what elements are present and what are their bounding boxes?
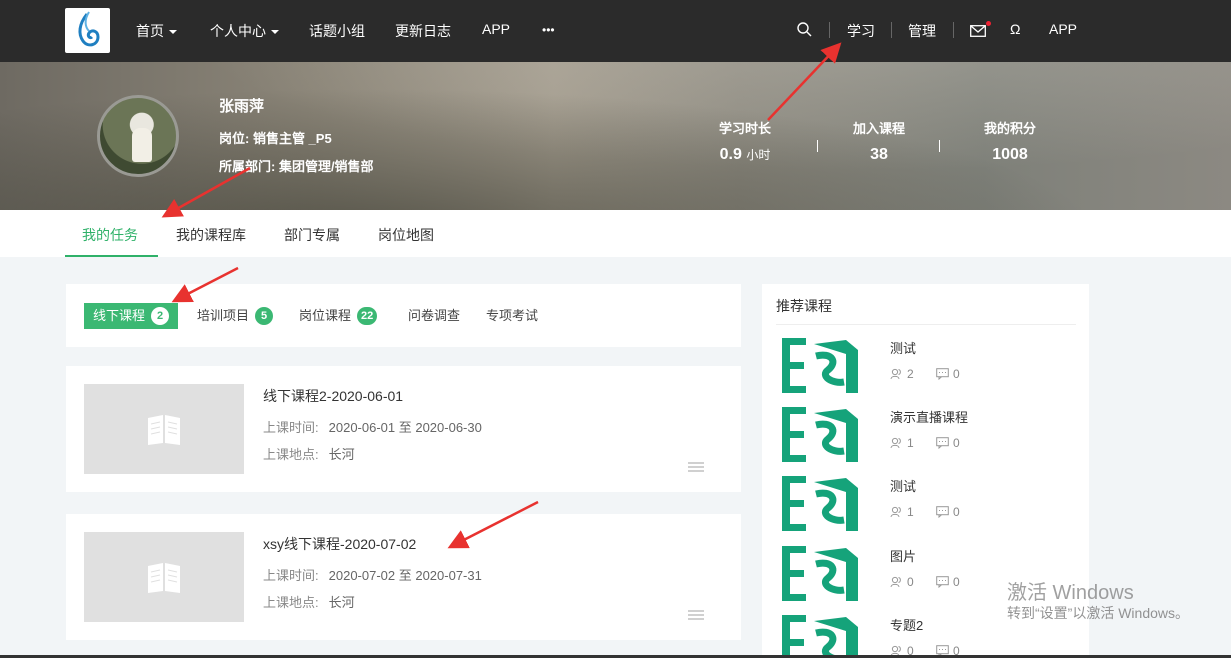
divider bbox=[953, 22, 954, 38]
course-logo-icon[interactable] bbox=[780, 476, 860, 531]
chevron-down-icon bbox=[169, 30, 177, 35]
manage-link[interactable]: 管理 bbox=[908, 21, 936, 41]
recommended-course-title[interactable]: 测试 bbox=[890, 476, 916, 495]
panel-title: 推荐课程 bbox=[776, 298, 832, 314]
course-place: 上课地点: 长河 bbox=[263, 595, 355, 610]
stat-study-time-value: 0.9 小时 bbox=[719, 146, 771, 163]
nav-app[interactable]: APP bbox=[482, 21, 510, 37]
task-filter-bar: 线下课程 2 培训项目 5 岗位课程 22 问卷调查 专项考试 bbox=[66, 284, 741, 347]
comments-count: 0 bbox=[936, 367, 960, 381]
course-time: 上课时间: 2020-06-01 至 2020-06-30 bbox=[263, 420, 482, 435]
filter-training-projects[interactable]: 培训项目 5 bbox=[197, 303, 274, 329]
tab-my-course-library[interactable]: 我的课程库 bbox=[176, 225, 246, 245]
comment-icon bbox=[936, 437, 949, 450]
stat-study-time-label: 学习时长 bbox=[718, 121, 771, 136]
tab-position-map[interactable]: 岗位地图 bbox=[378, 225, 434, 245]
app-link[interactable]: APP bbox=[1049, 21, 1077, 37]
divider bbox=[829, 22, 830, 38]
comment-icon bbox=[936, 506, 949, 519]
count-badge: 2 bbox=[151, 307, 170, 325]
divider bbox=[776, 324, 1076, 325]
nav-personal-center[interactable]: 个人中心 bbox=[210, 21, 279, 41]
search-icon[interactable] bbox=[797, 22, 812, 40]
chevron-down-icon bbox=[271, 30, 279, 35]
course-thumbnail[interactable] bbox=[84, 384, 244, 474]
stat-points-label: 我的积分 bbox=[983, 121, 1036, 136]
nav-home[interactable]: 首页 bbox=[136, 21, 177, 41]
study-link[interactable]: 学习 bbox=[847, 21, 875, 41]
top-navbar: 首页 个人中心 话题小组 更新日志 APP ••• 学习 管理 Ω APP bbox=[0, 0, 1231, 62]
users-icon bbox=[890, 576, 901, 588]
stat-courses-label: 加入课程 bbox=[852, 121, 905, 136]
filter-position-courses[interactable]: 岗位课程 22 bbox=[299, 303, 378, 329]
course-logo-icon[interactable] bbox=[780, 546, 860, 601]
students-count: 2 bbox=[890, 367, 914, 381]
recommended-course-title[interactable]: 图片 bbox=[890, 546, 916, 565]
course-place: 上课地点: 长河 bbox=[263, 447, 355, 462]
notification-dot bbox=[986, 21, 991, 26]
profile-banner: 张雨萍 岗位: 销售主管 _P5 所属部门: 集团管理/销售部 学习时长 0.9… bbox=[0, 62, 1231, 210]
main-tabs: 我的任务 我的课程库 部门专属 岗位地图 bbox=[0, 210, 1231, 257]
user-department: 所属部门: 集团管理/销售部 bbox=[219, 159, 374, 174]
course-card[interactable]: 线下课程2-2020-06-01 上课时间: 2020-06-01 至 2020-… bbox=[66, 366, 741, 492]
active-tab-indicator bbox=[65, 255, 158, 257]
course-title[interactable]: xsy线下课程-2020-07-02 bbox=[263, 534, 416, 554]
students-count: 0 bbox=[890, 575, 914, 589]
course-time: 上课时间: 2020-07-02 至 2020-07-31 bbox=[263, 568, 482, 583]
students-count: 1 bbox=[890, 505, 914, 519]
course-title[interactable]: 线下课程2-2020-06-01 bbox=[263, 386, 403, 406]
comment-icon bbox=[936, 368, 949, 381]
nav-more[interactable]: ••• bbox=[542, 23, 555, 37]
user-position: 岗位: 销售主管 _P5 bbox=[219, 131, 332, 146]
user-name: 张雨萍 bbox=[219, 98, 265, 115]
company-logo[interactable] bbox=[65, 8, 110, 53]
filter-surveys[interactable]: 问卷调查 bbox=[408, 303, 460, 329]
users-icon bbox=[890, 437, 901, 449]
recommended-course-item[interactable]: 测试 2 0 bbox=[780, 338, 1080, 398]
stat-points-value: 1008 bbox=[992, 146, 1028, 163]
course-logo-icon[interactable] bbox=[780, 407, 860, 462]
filter-offline-courses[interactable]: 线下课程 2 bbox=[84, 303, 179, 329]
recommended-course-title[interactable]: 专题2 bbox=[890, 615, 923, 634]
comments-count: 0 bbox=[936, 505, 960, 519]
windows-watermark-title: 激活 Windows bbox=[1007, 582, 1134, 604]
book-icon bbox=[148, 563, 180, 593]
nav-topic-groups[interactable]: 话题小组 bbox=[309, 21, 365, 41]
recommended-course-item[interactable]: 测试 1 0 bbox=[780, 476, 1080, 536]
comment-icon bbox=[936, 576, 949, 589]
count-badge: 22 bbox=[357, 307, 378, 325]
omega-icon[interactable]: Ω bbox=[1010, 21, 1020, 37]
course-logo-icon[interactable] bbox=[780, 338, 860, 393]
stat-courses-value: 38 bbox=[870, 146, 888, 163]
menu-icon[interactable] bbox=[688, 462, 704, 472]
users-icon bbox=[890, 368, 901, 380]
recommended-course-title[interactable]: 测试 bbox=[890, 338, 916, 357]
users-icon bbox=[890, 506, 901, 518]
tab-my-tasks[interactable]: 我的任务 bbox=[82, 225, 138, 245]
avatar[interactable] bbox=[97, 95, 179, 177]
students-count: 1 bbox=[890, 436, 914, 450]
divider bbox=[817, 140, 818, 152]
menu-icon[interactable] bbox=[688, 610, 704, 620]
windows-watermark-subtitle: 转到“设置”以激活 Windows。 bbox=[1007, 605, 1190, 621]
mail-icon[interactable] bbox=[970, 24, 986, 40]
comments-count: 0 bbox=[936, 575, 960, 589]
course-thumbnail[interactable] bbox=[84, 532, 244, 622]
course-logo-icon[interactable] bbox=[780, 615, 860, 658]
recommended-course-title[interactable]: 演示直播课程 bbox=[890, 407, 968, 426]
comments-count: 0 bbox=[936, 436, 960, 450]
tab-department-exclusive[interactable]: 部门专属 bbox=[284, 225, 340, 245]
count-badge: 5 bbox=[255, 307, 274, 325]
divider bbox=[891, 22, 892, 38]
filter-special-exams[interactable]: 专项考试 bbox=[486, 303, 538, 329]
divider bbox=[939, 140, 940, 152]
course-card[interactable]: xsy线下课程-2020-07-02 上课时间: 2020-07-02 至 202… bbox=[66, 514, 741, 640]
recommended-course-item[interactable]: 演示直播课程 1 0 bbox=[780, 407, 1080, 467]
nav-changelog[interactable]: 更新日志 bbox=[395, 21, 451, 41]
book-icon bbox=[148, 415, 180, 445]
